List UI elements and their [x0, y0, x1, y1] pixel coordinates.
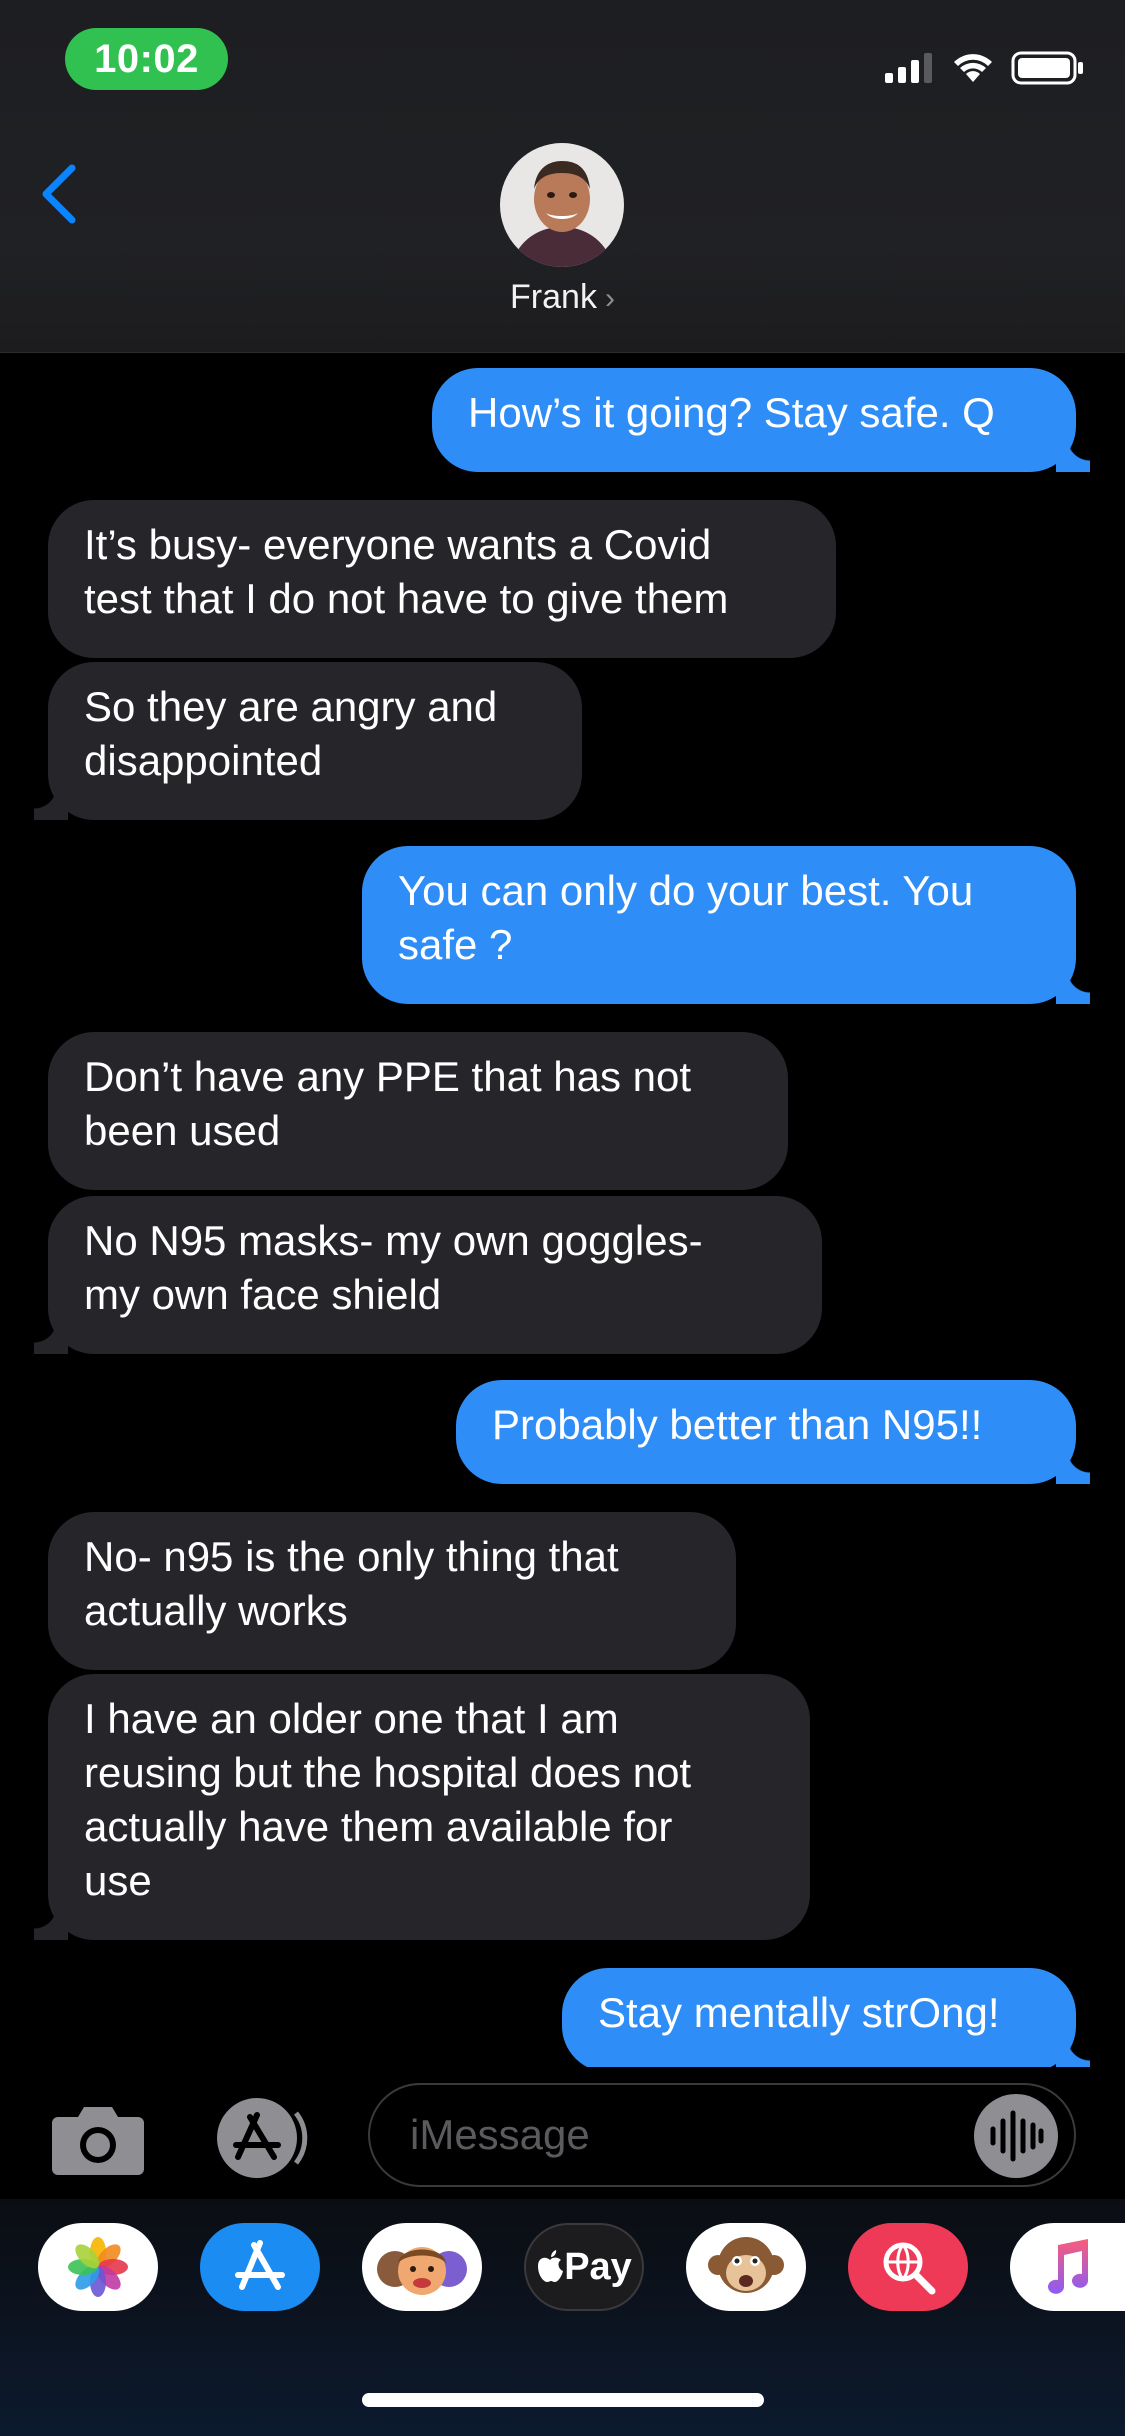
message-bubble-received[interactable]: No N95 masks- my own goggles- my own fac… — [34, 1196, 822, 1354]
imessage-input[interactable]: iMessage — [368, 2083, 1076, 2187]
audio-message-icon[interactable] — [971, 2091, 1061, 2181]
home-indicator[interactable] — [362, 2393, 764, 2407]
message-thread[interactable]: How’s it going? Stay safe. Q It’s busy- … — [0, 352, 1125, 2067]
animoji-monkey-icon — [708, 2237, 784, 2293]
message-composer: iMessage — [0, 2067, 1125, 2199]
memoji-stickers-icon — [377, 2247, 467, 2295]
animoji-app-icon[interactable] — [686, 2223, 806, 2311]
app-store-app-icon[interactable] — [200, 2223, 320, 2311]
cellular-signal-icon — [885, 53, 932, 83]
status-indicators — [885, 48, 1085, 88]
message-bubble-received[interactable]: So they are angry and disappointed — [34, 662, 582, 820]
apple-pay-icon — [538, 2250, 564, 2282]
contact-name: Frank — [510, 278, 597, 316]
image-search-icon — [883, 2242, 936, 2295]
photos-icon — [68, 2237, 128, 2297]
message-bubble-sent[interactable]: Stay mentally strOng! — [562, 1968, 1090, 2067]
apple-pay-app-icon[interactable]: Pay — [524, 2223, 644, 2311]
memoji-stickers-app-icon[interactable] — [362, 2223, 482, 2311]
contact-avatar[interactable] — [500, 143, 624, 267]
music-app-icon[interactable] — [1010, 2223, 1125, 2311]
photos-app-icon[interactable] — [38, 2223, 158, 2311]
back-chevron-icon[interactable] — [36, 162, 80, 226]
app-store-icon — [235, 2240, 285, 2290]
message-bubble-received[interactable]: It’s busy- everyone wants a Covid test t… — [48, 500, 836, 658]
message-bubble-sent[interactable]: Probably better than N95!! — [456, 1380, 1090, 1484]
message-bubble-received[interactable]: Don’t have any PPE that has not been use… — [48, 1032, 788, 1190]
chevron-right-icon: › — [604, 282, 615, 315]
music-icon — [1047, 2239, 1088, 2294]
contact-name-button[interactable]: Frank › — [0, 278, 1125, 317]
message-bubble-sent[interactable]: You can only do your best. You safe ? — [362, 846, 1090, 1004]
message-bubble-sent[interactable]: How’s it going? Stay safe. Q — [432, 368, 1090, 472]
message-bubble-received[interactable]: No- n95 is the only thing that actually … — [48, 1512, 736, 1670]
image-search-app-icon[interactable] — [848, 2223, 968, 2311]
message-bubble-received[interactable]: I have an older one that I am reusing bu… — [34, 1674, 810, 1940]
camera-icon[interactable] — [50, 2103, 146, 2177]
app-store-icon[interactable] — [208, 2095, 318, 2181]
wifi-icon — [954, 54, 992, 82]
battery-icon — [1011, 51, 1083, 85]
conversation-header: 10:02 Frank › — [0, 0, 1125, 353]
apple-pay-label: Pay — [564, 2245, 632, 2288]
app-drawer: Pay — [0, 2199, 1125, 2436]
status-time[interactable]: 10:02 — [65, 28, 228, 90]
